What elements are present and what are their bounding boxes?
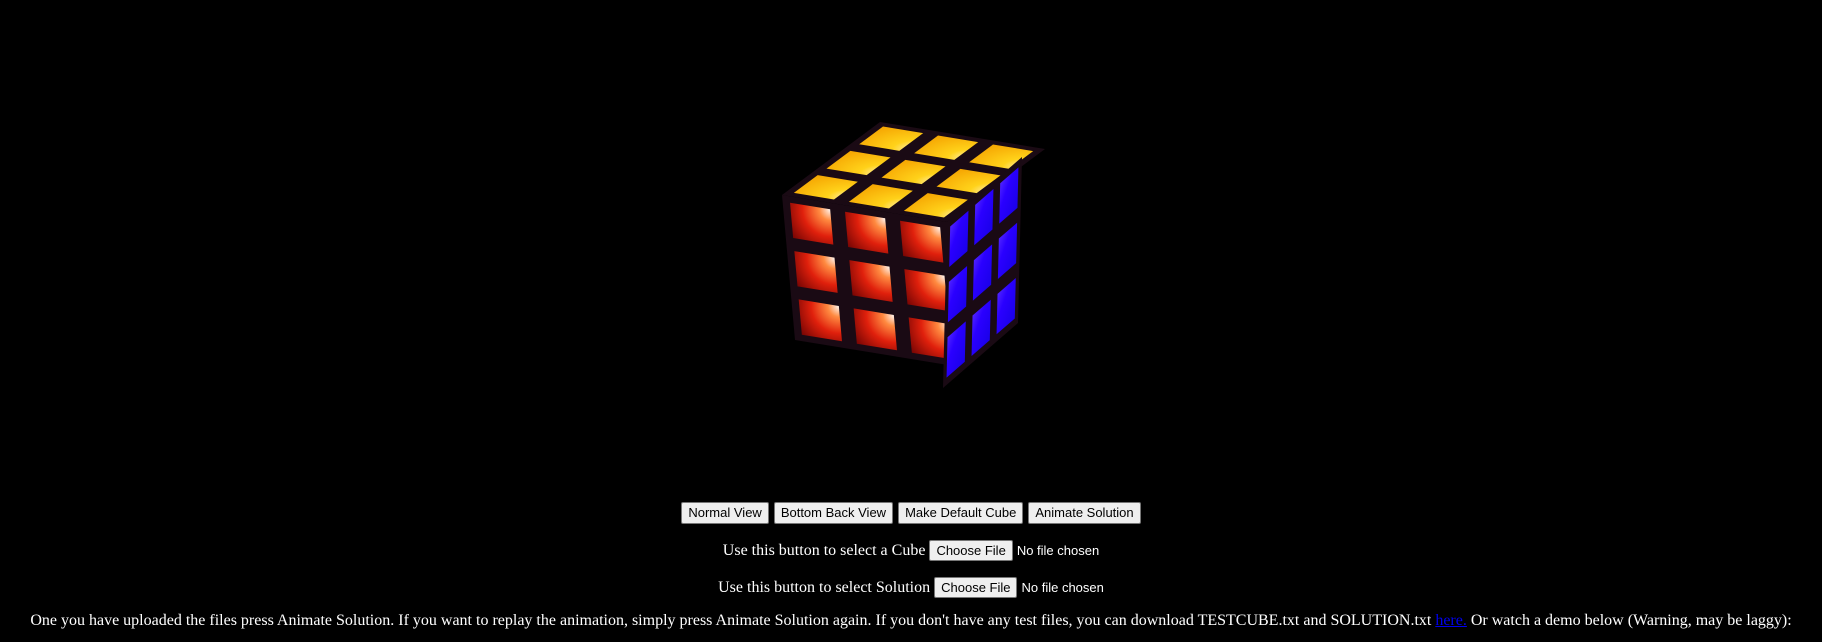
solution-upload-row: Use this button to select Solution Choos… <box>0 577 1822 598</box>
cube-file-status: No file chosen <box>1016 543 1100 558</box>
instructions-text: One you have uploaded the files press An… <box>0 612 1822 630</box>
front-face-sticker <box>853 308 897 351</box>
instructions-text-after: Or watch a demo below (Warning, may be l… <box>1470 612 1792 629</box>
front-face-sticker <box>790 202 834 245</box>
animate-solution-button[interactable]: Animate Solution <box>1028 502 1141 524</box>
front-face-sticker <box>849 260 893 302</box>
normal-view-button[interactable]: Normal View <box>681 502 769 524</box>
cube-upload-label: Use this button to select a Cube <box>722 541 926 559</box>
bottom-back-view-button[interactable]: Bottom Back View <box>773 502 894 524</box>
rubiks-cube[interactable] <box>0 0 1822 490</box>
front-face-sticker <box>794 251 838 293</box>
solution-choose-file-button[interactable]: Choose File <box>934 577 1018 598</box>
solution-file-status: No file chosen <box>1021 580 1104 595</box>
make-default-cube-button[interactable]: Make Default Cube <box>898 502 1024 524</box>
solution-upload-label: Use this button to select Solution <box>718 578 931 596</box>
front-face-sticker <box>900 220 944 263</box>
download-here-link[interactable]: here. <box>1435 612 1467 629</box>
cube-choose-file-button[interactable]: Choose File <box>929 540 1013 561</box>
cube-upload-row: Use this button to select a Cube Choose … <box>0 540 1822 561</box>
front-face-sticker <box>798 299 842 342</box>
front-face-sticker <box>845 211 889 254</box>
cube-viewport[interactable] <box>0 0 1822 490</box>
instructions-text-before: One you have uploaded the files press An… <box>30 612 1432 629</box>
view-controls: Normal View Bottom Back View Make Defaul… <box>0 502 1822 524</box>
front-face-sticker <box>904 269 948 311</box>
